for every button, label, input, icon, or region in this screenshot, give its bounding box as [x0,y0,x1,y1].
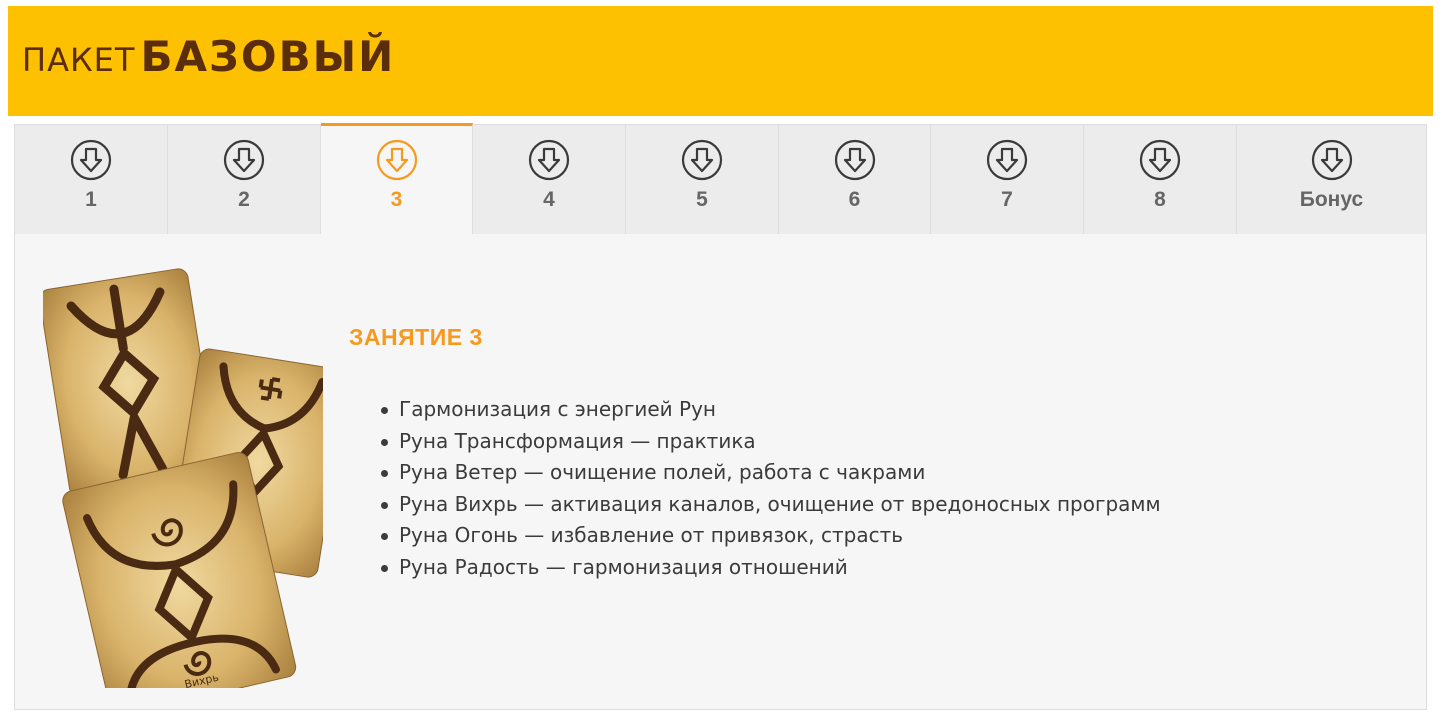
package-header: ПАКЕТ БАЗОВЫЙ [8,6,1433,116]
package-title-prefix: ПАКЕТ [22,41,136,79]
list-item: Руна Ветер — очищение полей, работа с ча… [381,457,1161,489]
arrow-down-circle-icon [528,139,570,181]
arrow-down-circle-icon [681,139,723,181]
lesson-title: ЗАНЯТИЕ 3 [349,324,483,350]
tab-label: 6 [848,188,861,211]
tab-label: 7 [1001,188,1013,211]
lesson-topics-list: Гармонизация с энергией Рун Руна Трансфо… [381,394,1161,583]
tab-5[interactable]: 5 [626,125,779,235]
tab-label: Бонус [1299,188,1364,211]
lesson-panel: Вихрь ЗАНЯТИЕ 3 Гармонизация с энергией … [14,234,1427,710]
tab-2[interactable]: 2 [168,125,321,235]
arrow-down-circle-icon [986,139,1028,181]
arrow-down-circle-icon [1139,139,1181,181]
list-item: Руна Радость — гармонизация отношений [381,552,1161,584]
arrow-down-circle-icon [834,139,875,181]
tab-3[interactable]: 3 [321,123,473,235]
arrow-down-circle-icon [376,139,417,181]
tab-4[interactable]: 4 [473,125,626,235]
package-title-main: БАЗОВЫЙ [140,32,396,81]
tab-label: 8 [1154,188,1166,211]
tab-8[interactable]: 8 [1084,125,1237,235]
tab-7[interactable]: 7 [931,125,1084,235]
tab-label: 1 [85,188,97,211]
tab-bonus[interactable]: Бонус [1237,125,1426,235]
rune-cards-image: Вихрь [43,268,323,688]
tab-label: 3 [390,188,403,211]
arrow-down-circle-icon [70,139,112,181]
list-item: Руна Вихрь — активация каналов, очищение… [381,489,1161,521]
lesson-tabs: 1 2 3 4 5 6 7 8 Бонус [14,123,1427,235]
package-title: ПАКЕТ БАЗОВЫЙ [22,36,395,78]
tab-1[interactable]: 1 [15,125,168,235]
tab-6[interactable]: 6 [779,125,931,235]
list-item: Гармонизация с энергией Рун [381,394,1161,426]
arrow-down-circle-icon [1311,139,1352,181]
arrow-down-circle-icon [223,139,265,181]
list-item: Руна Трансформация — практика [381,426,1161,458]
tab-label: 4 [543,188,555,211]
tab-label: 5 [696,188,708,211]
list-item: Руна Огонь — избавление от привязок, стр… [381,520,1161,552]
tab-label: 2 [238,188,250,211]
